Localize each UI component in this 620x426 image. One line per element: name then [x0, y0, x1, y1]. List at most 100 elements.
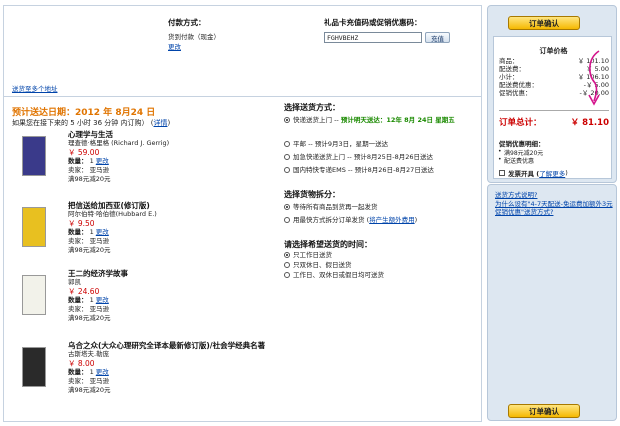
order-countdown: 如果您在接下来的 5 小时 36 分钟 内订购） (详情) — [12, 119, 171, 127]
seller-name: 亚马逊 — [89, 237, 110, 245]
cart-item-details: 王二的经济学故事 郭凯 ￥ 24.60 数量： 1 更改 卖家： 亚马逊 满98… — [68, 269, 278, 323]
cart-item-details: 心理学与生活 理查德·格里格 (Richard J. Gerrig) ￥ 59.… — [68, 130, 278, 184]
price-row-label: 促销优惠： — [499, 89, 532, 97]
radio-button[interactable] — [284, 217, 290, 223]
item-seller: 卖家： 亚马逊 — [68, 377, 278, 386]
confirm-order-button-bottom[interactable]: 订单确认 — [508, 404, 580, 418]
annotation-arrow-icon — [588, 50, 600, 106]
shipping-option-label: 加急快递送货上门 -- 预计8月25日-8月26日送达 — [293, 153, 433, 161]
quantity-value: 1 — [89, 296, 94, 304]
delivery-time-any[interactable]: 工作日、双休日或假日均可送货 — [284, 271, 384, 280]
item-author: 阿尔伯特·哈伯德(Hubbard E.) — [68, 210, 157, 218]
radio-button[interactable] — [284, 272, 290, 278]
quantity-change-link[interactable]: 更改 — [96, 296, 109, 304]
learn-more-link[interactable]: 了解更多 — [539, 168, 565, 178]
radio-button[interactable] — [284, 262, 290, 268]
countdown-text: 如果您在接下来的 5 小时 36 分钟 内订购） — [12, 119, 149, 127]
seller-name: 亚马逊 — [89, 305, 110, 313]
item-seller: 卖家： 亚马逊 — [68, 166, 278, 175]
quantity-label: 数量： — [68, 228, 88, 236]
seller-name: 亚马逊 — [89, 166, 110, 174]
promo-details-title: 促销优惠明细： — [499, 140, 545, 148]
cart-item-details: 乌合之众(大众心理研究全译本最新修订版)/社会学经典名著 古斯塔夫.勒庞 ￥ 8… — [68, 341, 278, 395]
item-author: 郭凯 — [68, 278, 81, 286]
item-quantity: 数量： 1 更改 — [68, 368, 278, 377]
shipping-option-express[interactable]: 快递送货上门 -- 预计明天送达：12年 8月 24日 星期五 — [284, 116, 479, 125]
quantity-label: 数量： — [68, 157, 88, 165]
shipping-option-urgent[interactable]: 加急快递送货上门 -- 预计8月25日-8月26日送达 — [284, 153, 433, 162]
item-price: ￥ 24.60 — [68, 287, 100, 296]
shipping-option-label: 国内特快专递EMS -- 预计8月26日-8月27日送达 — [293, 166, 434, 174]
item-price: ￥ 8.00 — [68, 359, 95, 368]
radio-button[interactable] — [284, 141, 290, 147]
shipping-option-text: 快递送货上门 -- 预计明天送达：12年 8月 24日 星期五 — [293, 116, 455, 125]
redeem-button[interactable]: 充值 — [425, 32, 450, 43]
promo-detail-item: 配送费优惠 — [498, 156, 534, 165]
shipping-option-surface[interactable]: 平邮 -- 预计9月3日，星期一送达 — [284, 140, 388, 149]
quantity-change-link[interactable]: 更改 — [96, 368, 109, 376]
quantity-change-link[interactable]: 更改 — [96, 157, 109, 165]
countdown-details-link[interactable]: 详情 — [153, 119, 167, 127]
item-seller: 卖家： 亚马逊 — [68, 305, 278, 314]
payment-change-link[interactable]: 更改 — [168, 41, 181, 51]
split-title: 选择货物拆分： — [284, 190, 340, 199]
shipping-help-box: 送货方式说明? 为什么设有"4-7天配送-免运费加额外3元促销优惠"送货方式? … — [487, 184, 617, 421]
delivery-time-title: 请选择希望送货的时间： — [284, 240, 372, 249]
quantity-change-link[interactable]: 更改 — [96, 228, 109, 236]
cart-item-details: 把信送给加西亚(修订版) 阿尔伯特·哈伯德(Hubbard E.) ￥ 9.50… — [68, 201, 278, 255]
item-promo: 满98元减20元 — [68, 386, 111, 394]
item-title: 王二的经济学故事 — [68, 269, 128, 278]
book-cover-image — [22, 347, 46, 387]
extra-fee-link[interactable]: 将产生额外费用 — [369, 216, 415, 224]
shipping-option-eta: 预计明天送达：12年 8月 24日 星期五 — [340, 116, 455, 124]
item-promo: 满98元减20元 — [68, 175, 111, 183]
split-option-text: 用最快方式拆分订单发货 (将产生额外费用) — [293, 216, 417, 225]
item-quantity: 数量： 1 更改 — [68, 157, 278, 166]
delivery-time-weekends[interactable]: 只双休日、假日送货 — [284, 261, 352, 270]
confirm-order-button[interactable]: 订单确认 — [508, 16, 580, 30]
invoice-checkbox[interactable] — [499, 170, 505, 176]
order-total-label: 订单总计： — [499, 118, 542, 128]
order-total-amount: ￥ 81.10 — [570, 118, 609, 128]
order-summary-sidebar: 订单确认 订单价格 商品： ￥ 101.10 配送费： ￥ 5.00 小计： ￥ 10… — [487, 5, 617, 183]
shipping-help-link[interactable]: 为什么设有"4-7天配送-免运费加额外3元促销优惠"送货方式? — [495, 200, 613, 216]
book-cover-image — [22, 275, 46, 315]
ship-to-multiple-addresses-link[interactable]: 送货至多个地址 — [12, 83, 58, 93]
item-seller: 卖家： 亚马逊 — [68, 237, 278, 246]
item-promo: 满98元减20元 — [68, 314, 111, 322]
shipping-option-ems[interactable]: 国内特快专递EMS -- 预计8月26日-8月27日送达 — [284, 166, 434, 175]
shipping-help-title-link[interactable]: 送货方式说明? — [495, 189, 537, 199]
item-title: 心理学与生活 — [68, 130, 113, 139]
delivery-time-label: 只双休日、假日送货 — [293, 261, 352, 269]
gift-card-input[interactable] — [324, 32, 422, 43]
radio-button[interactable] — [284, 117, 290, 123]
invoice-tail: ) — [565, 169, 568, 177]
seller-label: 卖家： — [68, 377, 88, 385]
shipping-option-label: 快递送货上门 -- — [293, 116, 339, 124]
item-price: ￥ 59.00 — [68, 148, 100, 157]
price-row-label: 商品： — [499, 57, 519, 65]
quantity-label: 数量： — [68, 368, 88, 376]
price-row-label: 小计： — [499, 73, 519, 81]
item-quantity: 数量： 1 更改 — [68, 228, 278, 237]
seller-label: 卖家： — [68, 305, 88, 313]
total-divider — [499, 110, 609, 111]
radio-button[interactable] — [284, 204, 290, 210]
delivery-time-weekdays[interactable]: 只工作日送货 — [284, 251, 332, 260]
radio-button[interactable] — [284, 167, 290, 173]
price-row-label: 配送费优惠： — [499, 81, 538, 89]
split-option-label: 用最快方式拆分订单发货 ( — [293, 216, 370, 224]
item-author: 古斯塔夫.勒庞 — [68, 350, 110, 358]
price-row-label: 配送费： — [499, 65, 525, 73]
delivery-time-label: 工作日、双休日或假日均可送货 — [293, 271, 384, 279]
split-option-wait[interactable]: 等待所有商品到货再一起发货 — [284, 203, 378, 212]
radio-button[interactable] — [284, 252, 290, 258]
radio-button[interactable] — [284, 154, 290, 160]
invoice-option[interactable]: 发票开具 (了解更多) — [499, 168, 568, 178]
item-author: 理查德·格里格 (Richard J. Gerrig) — [68, 139, 170, 147]
item-price: ￥ 9.50 — [68, 219, 95, 228]
order-price-box: 订单价格 商品： ￥ 101.10 配送费： ￥ 5.00 小计： ￥ 106.10 … — [493, 36, 612, 179]
order-total: 订单总计： ￥ 81.10 — [499, 116, 609, 128]
payment-method-title: 付款方式： — [168, 18, 206, 27]
split-option-fastest[interactable]: 用最快方式拆分订单发货 (将产生额外费用) — [284, 216, 417, 225]
